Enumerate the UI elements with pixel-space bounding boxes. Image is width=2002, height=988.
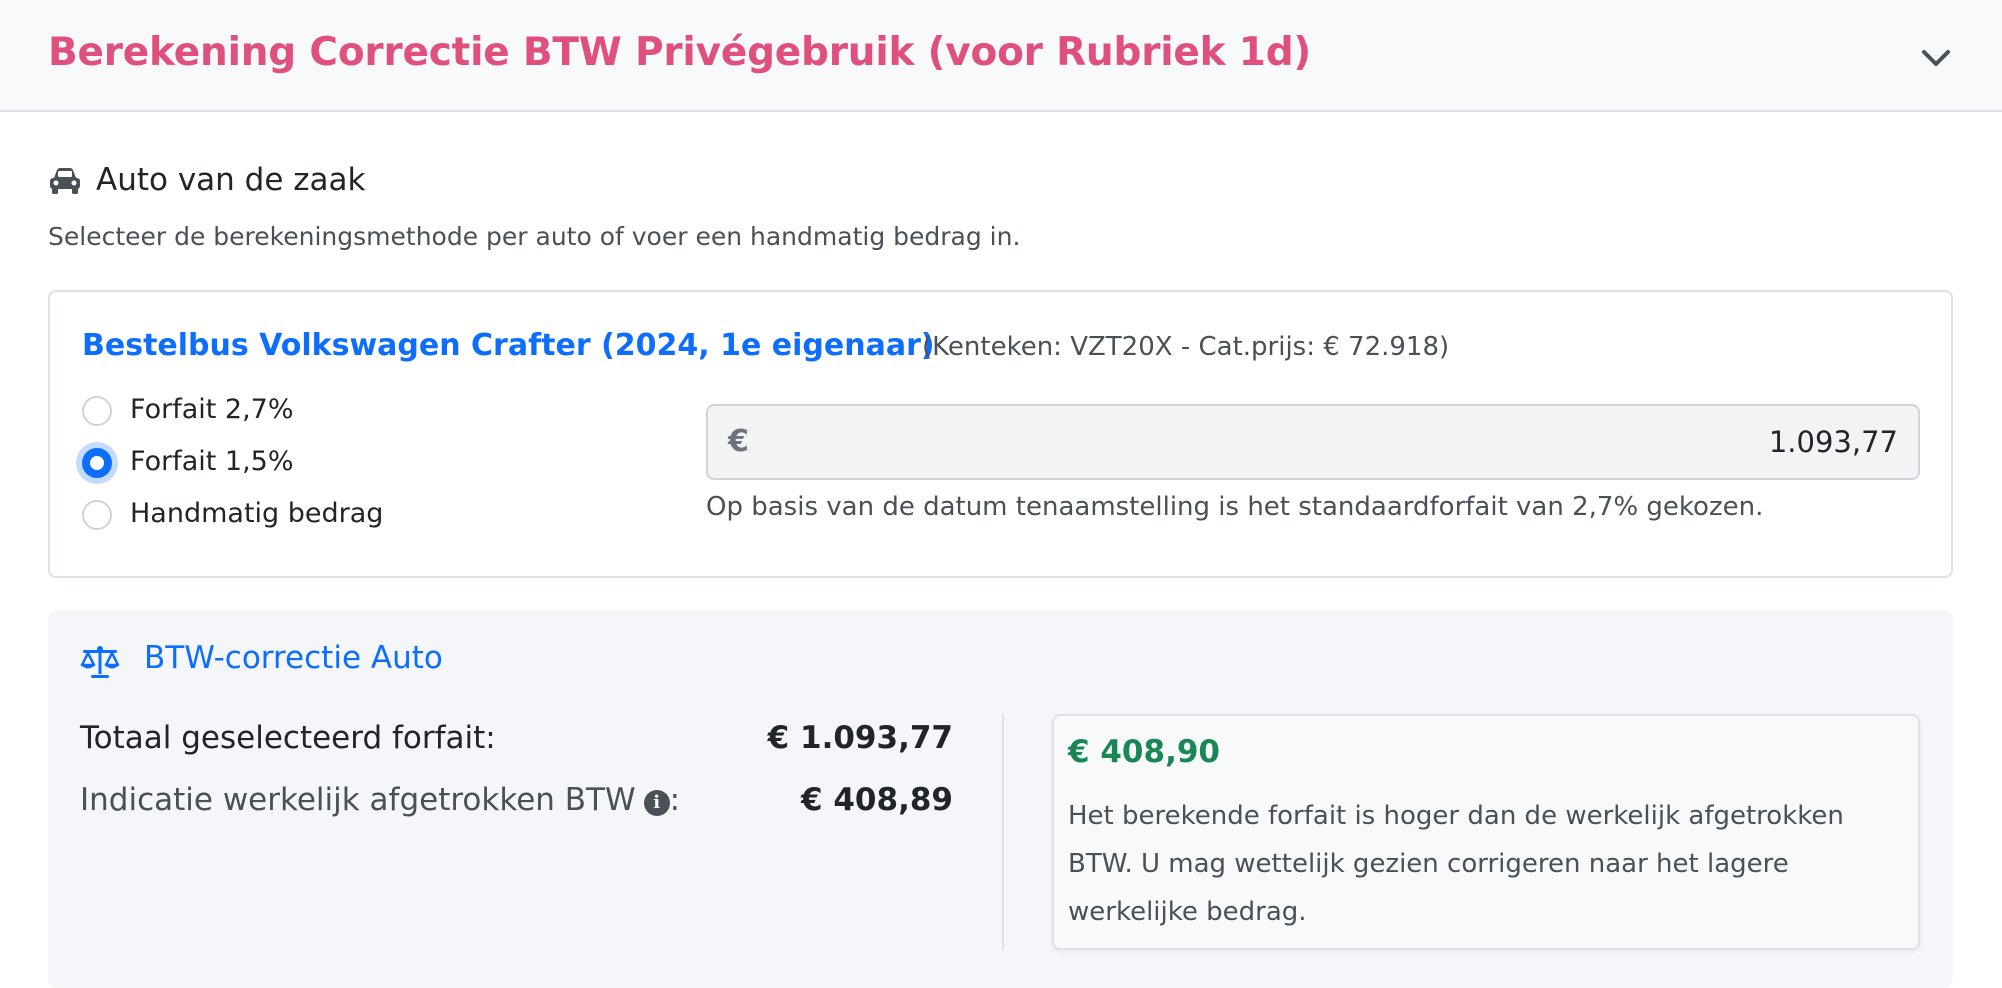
radio-label: Forfait 1,5%	[130, 446, 294, 477]
actual-deducted-value: € 408,89	[801, 782, 953, 818]
total-forfait-label: Totaal geselecteerd forfait:	[80, 720, 496, 756]
radio-button[interactable]	[82, 448, 112, 478]
advice-text: Het berekende forfait is hoger dan de we…	[1068, 801, 1844, 927]
btw-correction-panel: BTW-correctie Auto Totaal geselecteerd f…	[48, 610, 1953, 988]
total-forfait-value: € 1.093,77	[767, 720, 953, 756]
advice-box: € 408,90 Het berekende forfait is hoger …	[1052, 714, 1920, 950]
advice-amount: € 408,90	[1068, 734, 1220, 770]
correction-title: BTW-correctie Auto	[144, 640, 443, 676]
radio-button[interactable]	[82, 500, 112, 530]
panel-header[interactable]: Berekening Correctie BTW Privégebruik (v…	[0, 0, 2002, 112]
panel-title: Berekening Correctie BTW Privégebruik (v…	[48, 30, 1312, 75]
radio-button[interactable]	[82, 396, 112, 426]
vertical-divider	[1002, 714, 1004, 950]
actual-deducted-label: Indicatie werkelijk afgetrokken BTW i:	[80, 782, 680, 818]
section-description: Selecteer de berekeningsmethode per auto…	[48, 222, 1021, 251]
amount-help-text: Op basis van de datum tenaamstelling is …	[706, 492, 1764, 522]
currency-prefix: €	[728, 424, 749, 459]
amount-input-group: €	[706, 404, 1920, 480]
amount-input[interactable]	[778, 406, 1898, 478]
radio-forfait-1-5[interactable]: Forfait 1,5%	[82, 444, 562, 484]
scale-balance-icon	[80, 646, 120, 678]
radio-handmatig-bedrag[interactable]: Handmatig bedrag	[82, 496, 562, 536]
radio-forfait-2-7[interactable]: Forfait 2,7%	[82, 392, 562, 432]
info-icon[interactable]: i	[643, 790, 670, 816]
radio-label: Handmatig bedrag	[130, 498, 384, 529]
actual-deducted-label-text: Indicatie werkelijk afgetrokken BTW	[80, 782, 636, 818]
car-card: Bestelbus Volkswagen Crafter (2024, 1e e…	[48, 290, 1953, 578]
radio-label: Forfait 2,7%	[130, 394, 294, 425]
car-icon	[50, 168, 80, 194]
car-name: Bestelbus Volkswagen Crafter (2024, 1e e…	[82, 328, 935, 363]
label-colon: :	[669, 782, 681, 818]
collapse-toggle-button[interactable]	[1914, 36, 1958, 80]
chevron-down-icon	[1922, 50, 1950, 66]
car-meta: (Kenteken: VZT20X - Cat.prijs: € 72.918)	[922, 332, 1450, 362]
section-title: Auto van de zaak	[96, 162, 366, 198]
